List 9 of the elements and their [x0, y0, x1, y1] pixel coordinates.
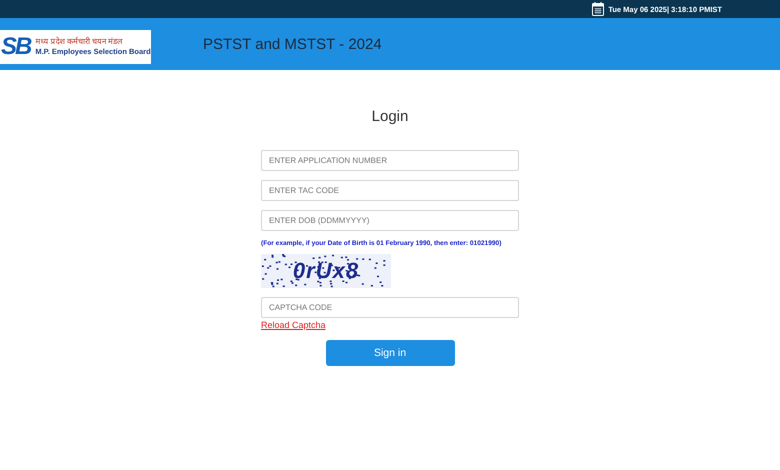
input-field[interactable]: ENTER TAC CODE [261, 180, 519, 201]
input-field[interactable]: ENTER DOB (DDMMYYYY) [261, 210, 519, 231]
captcha-field[interactable]: CAPTCHA CODE [261, 297, 519, 318]
input-field[interactable]: ENTER APPLICATION NUMBER [261, 150, 519, 171]
reload-captcha-link[interactable]: Reload Captcha [261, 320, 326, 330]
sign-in-button[interactable]: Sign in [326, 340, 454, 366]
login-heading: Login [372, 108, 408, 125]
page-title: PSTST and MSTST - 2024 [203, 36, 382, 52]
calendar-icon [592, 2, 604, 16]
